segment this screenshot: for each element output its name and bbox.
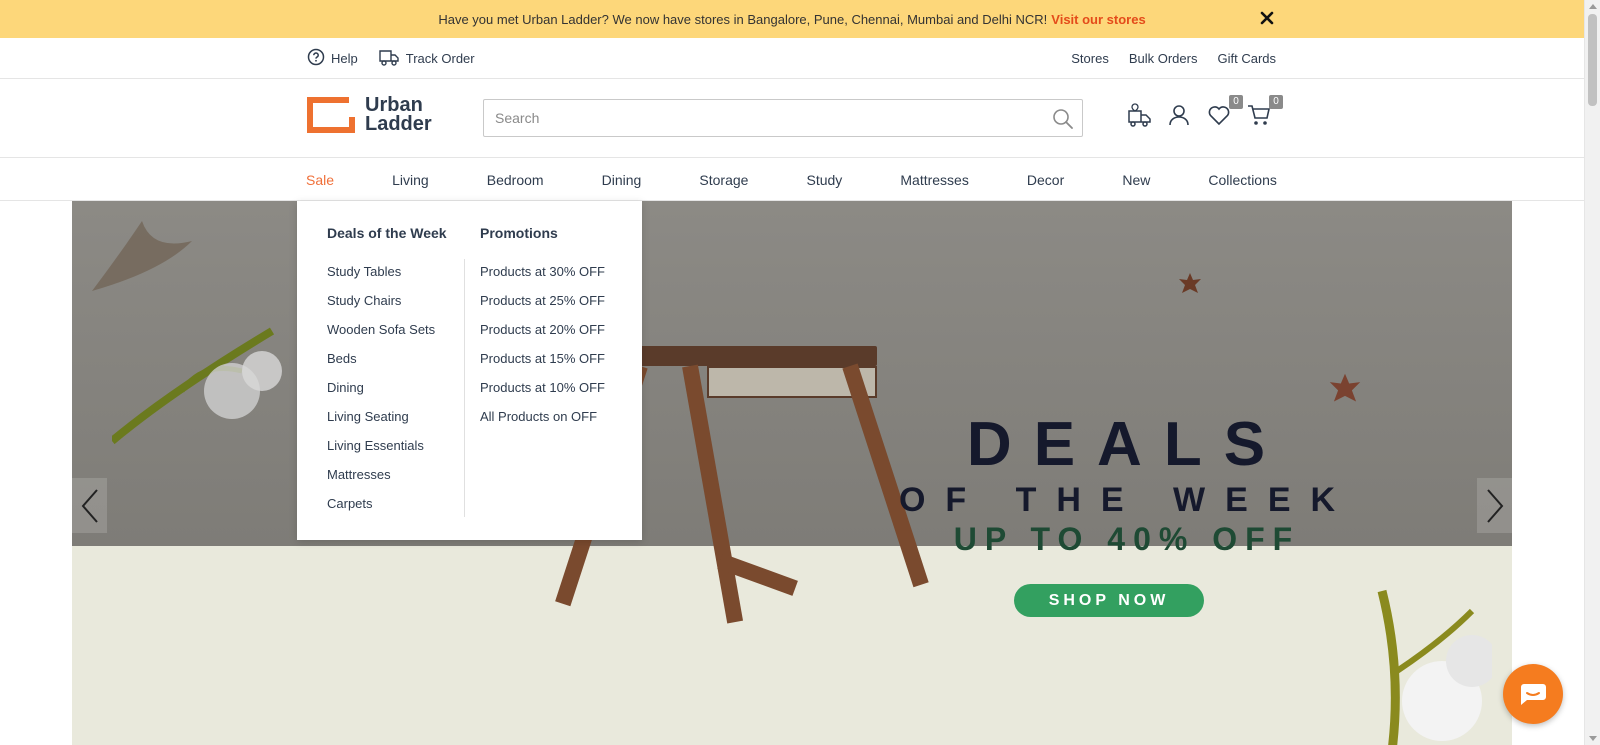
deals-list: Study Tables Study Chairs Wooden Sofa Se…	[327, 257, 435, 518]
hero-subtitle: OF THE WEEK	[898, 481, 1356, 519]
logo-line-2: Ladder	[365, 113, 432, 135]
mega-item[interactable]: Study Tables	[327, 257, 435, 286]
help-icon	[307, 48, 325, 69]
chevron-left-icon	[81, 488, 98, 523]
sale-mega-menu: Deals of the Week Study Tables Study Cha…	[297, 201, 642, 540]
mega-item[interactable]: Living Essentials	[327, 431, 435, 460]
nav-item-bedroom[interactable]: Bedroom	[487, 172, 544, 188]
scrollbar-thumb[interactable]	[1588, 14, 1597, 106]
scroll-down-arrow-icon[interactable]	[1589, 736, 1597, 741]
shop-now-button[interactable]: SHOP NOW	[1014, 584, 1204, 617]
mega-heading-deals[interactable]: Deals of the Week	[327, 225, 447, 241]
logo[interactable]: Urban Ladder	[307, 95, 432, 135]
carousel-next-button[interactable]	[1477, 478, 1512, 533]
nav-item-living[interactable]: Living	[392, 172, 429, 188]
mega-item[interactable]: Mattresses	[327, 460, 435, 489]
nav-item-sale[interactable]: Sale	[306, 172, 334, 188]
help-label: Help	[331, 50, 358, 66]
visit-stores-link[interactable]: Visit our stores	[1051, 12, 1145, 27]
wishlist-icon[interactable]: 0	[1207, 95, 1243, 127]
leaves-illustration	[92, 221, 192, 291]
mega-item[interactable]: Study Chairs	[327, 286, 435, 315]
nav-item-collections[interactable]: Collections	[1208, 172, 1276, 188]
page-scrollbar[interactable]	[1584, 0, 1600, 745]
search-input[interactable]	[484, 100, 1082, 136]
main-header: Urban Ladder 0 0	[0, 79, 1584, 158]
search-icon[interactable]	[1052, 108, 1074, 135]
track-order-label: Track Order	[405, 50, 475, 66]
hero-offer: UP TO 40% OFF	[953, 521, 1301, 557]
help-link[interactable]: Help	[307, 48, 358, 69]
cart-icon[interactable]: 0	[1247, 95, 1283, 127]
mega-item[interactable]: Carpets	[327, 489, 435, 518]
hero-background-bottom	[72, 546, 1512, 745]
chat-button[interactable]	[1503, 664, 1563, 724]
maple-leaf-icon	[1179, 273, 1201, 293]
nav-item-decor[interactable]: Decor	[1027, 172, 1064, 188]
nav-item-storage[interactable]: Storage	[699, 172, 748, 188]
profile-icon[interactable]	[1167, 103, 1191, 127]
search-box	[483, 99, 1083, 137]
mega-item[interactable]: Products at 15% OFF	[480, 344, 605, 373]
mega-item[interactable]: Beds	[327, 344, 435, 373]
desk-top	[627, 346, 877, 366]
wishlist-count-badge: 0	[1229, 95, 1243, 109]
mega-item[interactable]: Living Seating	[327, 402, 435, 431]
cart-count-badge: 0	[1269, 95, 1283, 109]
gift-cards-link[interactable]: Gift Cards	[1217, 51, 1276, 66]
nav-item-study[interactable]: Study	[807, 172, 843, 188]
mega-item[interactable]: Dining	[327, 373, 435, 402]
nav-item-new[interactable]: New	[1122, 172, 1150, 188]
mega-divider	[464, 259, 465, 517]
announcement-text: Have you met Urban Ladder? We now have s…	[438, 11, 1048, 27]
mega-item[interactable]: All Products on OFF	[480, 402, 605, 431]
store-locator-icon[interactable]	[1127, 103, 1151, 127]
logo-mark	[307, 97, 355, 133]
mega-item[interactable]: Products at 10% OFF	[480, 373, 605, 402]
branch-illustration	[112, 327, 282, 445]
truck-icon	[378, 47, 400, 70]
logo-text: Urban Ladder	[365, 95, 432, 135]
promotions-list: Products at 30% OFF Products at 25% OFF …	[480, 257, 605, 431]
mega-item[interactable]: Products at 25% OFF	[480, 286, 605, 315]
scroll-up-arrow-icon[interactable]	[1589, 4, 1597, 9]
tree-illustration	[1377, 589, 1492, 745]
stores-link[interactable]: Stores	[1071, 51, 1109, 66]
category-nav: Sale Living Bedroom Dining Storage Study…	[0, 158, 1584, 201]
announcement-bar: Have you met Urban Ladder? We now have s…	[0, 0, 1584, 38]
nav-item-dining[interactable]: Dining	[602, 172, 642, 188]
utility-bar: Help Track Order Stores Bulk Orders Gift…	[0, 38, 1584, 79]
bulk-orders-link[interactable]: Bulk Orders	[1129, 51, 1198, 66]
track-order-link[interactable]: Track Order	[378, 47, 475, 70]
mega-item[interactable]: Products at 20% OFF	[480, 315, 605, 344]
maple-leaf-icon	[1329, 373, 1361, 402]
mega-item[interactable]: Products at 30% OFF	[480, 257, 605, 286]
chevron-right-icon	[1486, 488, 1503, 523]
mega-item[interactable]: Wooden Sofa Sets	[327, 315, 435, 344]
nav-item-mattresses[interactable]: Mattresses	[900, 172, 968, 188]
hero-banner[interactable]: DEALS OF THE WEEK UP TO 40% OFF SHOP NOW	[72, 201, 1512, 745]
close-icon[interactable]	[1257, 8, 1277, 28]
mega-heading-promotions[interactable]: Promotions	[480, 225, 558, 241]
carousel-prev-button[interactable]	[72, 478, 107, 533]
hero-title: DEALS	[966, 410, 1288, 479]
chat-icon	[1521, 684, 1546, 705]
